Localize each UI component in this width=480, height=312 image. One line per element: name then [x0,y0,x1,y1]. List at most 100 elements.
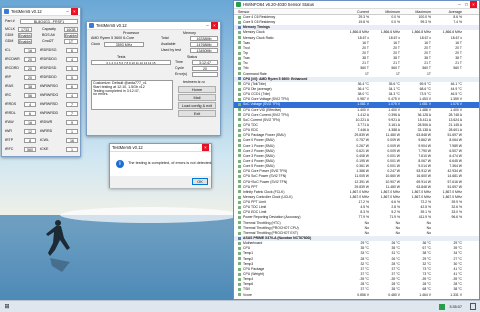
sensor-label: Core 5 Power (SMU) [243,164,275,169]
timing-top-label: GDM [5,39,14,43]
completion-dialog: TestMem5 v0.12 × i The testing is comple… [109,143,212,188]
timings-title: TestMem5 v0.12 [11,9,42,14]
sensor-icon [238,41,241,45]
load-config-button[interactable]: Load config & exit [178,102,216,109]
timing-label: tRDRDSD [40,66,57,70]
timing-value: 7 [66,102,78,107]
sensor-icon [238,51,241,55]
errors-value [192,72,218,77]
mail-button[interactable]: Mail [178,94,216,101]
sensor-label: Memory Clock Ratio [243,35,274,40]
sensor-label: Infinity Fabric Clock (FCLK) [243,189,285,194]
sensor-icon [238,36,241,40]
sensor-label: Memory Timings [243,25,270,30]
sensor-icon [238,257,241,261]
sensor-label: CPU PPT [243,184,258,189]
timings-window: TestMem5 v0.12 – × Part # BL8G4G3...FRSF… [1,7,81,157]
sensor-icon [238,149,241,153]
close-icon[interactable]: × [202,144,209,151]
home-button[interactable]: Home [178,86,216,93]
col-sensor[interactable]: Sensor [234,9,342,14]
sensor-label: CPU (Tctl/Tdie) [243,81,266,86]
timing-top-value: 1733 [18,27,32,32]
timing-value: 20 [24,66,36,71]
cycle-label: Cycle [175,66,184,70]
sensor-icon [238,20,241,24]
sensor-icon [238,282,241,286]
sensor-label: Trcd [243,45,250,50]
timing-top-value: Enabled [18,39,32,44]
sensor-label: CPU EDC [243,128,259,133]
timing-label: tCKE [40,147,49,151]
sensor-icon [238,123,241,127]
timing-label: tWR [5,129,12,133]
part-label: Part # [5,19,15,23]
taskbar-clock: 3:35:07 [449,304,462,309]
sensor-label: Temp4 [243,277,254,282]
timings-titlebar[interactable]: TestMem5 v0.12 – × [2,8,80,16]
notification-icon[interactable] [470,303,476,310]
sensor-icon [238,103,241,106]
timing-value: 4 [24,102,36,107]
sensor-icon [238,293,241,297]
timing-label: tRAS [5,84,14,88]
sensor-icon [238,97,241,101]
sensor-label: Temp3 [243,261,254,266]
exit-button[interactable]: Exit [178,110,216,117]
timing-label: tCWL [40,138,49,142]
col-average[interactable]: Average [435,9,466,14]
close-icon[interactable]: × [470,1,477,8]
dialog-titlebar[interactable]: TestMem5 v0.12 × [110,144,211,152]
sensor-icon [238,205,241,209]
col-current[interactable]: Current [342,9,373,14]
sensor-icon [238,190,241,194]
minimize-icon[interactable]: – [456,1,463,8]
sensor-label: Core 0 Power (SMU) [243,138,275,143]
sensor-icon [238,241,241,245]
dialog-title: TestMem5 v0.12 [112,145,143,150]
minimize-icon[interactable]: – [204,22,211,29]
sensor-icon [238,108,241,112]
col-minimum[interactable]: Minimum [373,9,404,14]
sensor-label: Core 1 Power (SMU) [243,143,275,148]
sensor-label: Trp [243,50,248,55]
sensor-list: Core 4 C6 Residency 29.3 % 0.0 % 100.0 % 8.6… [234,15,479,298]
sensor-label: Core 2 Power (SMU) [243,148,275,153]
timing-value: 5 [66,66,78,71]
maximize-icon[interactable]: □ [463,1,470,8]
sensor-icon [238,31,241,35]
sensor-label: Vcore [243,292,252,297]
sensor-icon [238,15,241,19]
timing-top-value: Enabled [64,33,78,38]
minimize-icon[interactable]: – [64,8,71,15]
sensor-label: Core 4 C6 Residency [243,15,276,19]
sensor-label: Temp6 [243,282,254,287]
start-icon[interactable]: ⊞ [0,301,14,312]
col-maximum[interactable]: Maximum [404,9,435,14]
sensor-icon [238,118,241,122]
timing-value: 1 [66,147,78,152]
testmem-titlebar[interactable]: TestMem5 v0.12 – × [87,22,220,30]
sensor-icon [238,113,241,117]
sensor-label: Trfc [243,66,249,71]
sensor-label: CPU Package [243,266,265,271]
total-label: Total [161,36,169,40]
timing-top-label: BGS Alt [42,33,55,37]
close-icon[interactable]: × [71,8,78,15]
timing-value: 38 [24,84,36,89]
timing-value: 6 [66,84,78,89]
timing-value: 4 [66,93,78,98]
timing-value: 16 [24,120,36,125]
site-link[interactable]: testmem.tz.ru [183,80,205,85]
used-value: 13450Mb [190,48,218,53]
app-icon [89,23,94,28]
sensor-tray-icon[interactable] [439,303,446,310]
sensor-titlebar[interactable]: HWiNFO64 v6.20-4030 Sensor Status – □ × [234,1,479,9]
sensor-label: CPU (Weight) [243,272,264,277]
ok-button[interactable]: OK [192,178,208,185]
sensor-icon [238,61,241,65]
sensor-label: Thermal Throttling (HTC) [243,220,281,225]
close-icon[interactable]: × [211,22,218,29]
time-label: Time [175,60,183,64]
timing-value: 12 [24,129,36,134]
